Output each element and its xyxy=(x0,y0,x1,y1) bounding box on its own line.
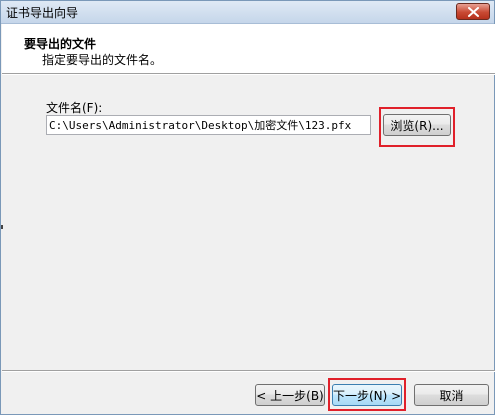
certificate-export-wizard-window: 证书导出向导 要导出的文件 指定要导出的文件名。 文件名(F): 浏览(R)..… xyxy=(0,0,495,415)
page-title: 要导出的文件 xyxy=(24,37,97,51)
file-name-input[interactable] xyxy=(46,115,371,135)
close-button[interactable] xyxy=(456,3,490,20)
next-button[interactable]: 下一步(N) > xyxy=(332,384,402,406)
window-title: 证书导出向导 xyxy=(6,6,79,20)
footer-divider xyxy=(2,370,495,372)
browse-button[interactable]: 浏览(R)... xyxy=(383,114,451,136)
title-bar[interactable]: 证书导出向导 xyxy=(1,1,494,24)
edge-marker xyxy=(1,225,3,229)
file-name-label: 文件名(F): xyxy=(46,101,103,115)
cancel-button[interactable]: 取消 xyxy=(414,384,489,406)
wizard-header: 要导出的文件 指定要导出的文件名。 xyxy=(2,24,495,73)
close-icon xyxy=(468,7,479,17)
back-button[interactable]: < 上一步(B) xyxy=(255,384,325,406)
page-subtitle: 指定要导出的文件名。 xyxy=(42,53,163,67)
header-divider xyxy=(2,73,495,75)
